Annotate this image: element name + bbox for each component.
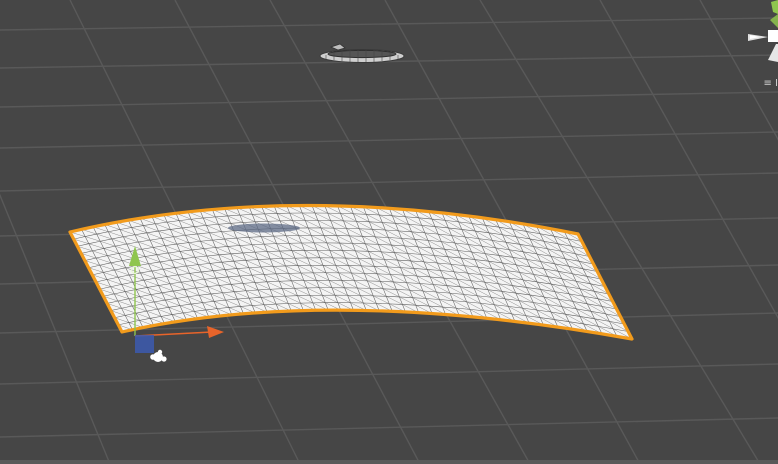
shadow-blob: [228, 223, 300, 233]
viewport-bottom-border: [0, 460, 778, 464]
gizmo-xy-plane-handle[interactable]: [135, 335, 154, 353]
scene-orientation-gizmo-icon[interactable]: [748, 0, 778, 62]
projection-mode-label[interactable]: ≡ I: [763, 78, 778, 90]
scene-canvas[interactable]: [0, 0, 778, 464]
curved-plane-mesh[interactable]: [68, 203, 634, 341]
scene-viewport[interactable]: ≡ I: [0, 0, 778, 464]
torus-object-icon[interactable]: [319, 43, 405, 63]
